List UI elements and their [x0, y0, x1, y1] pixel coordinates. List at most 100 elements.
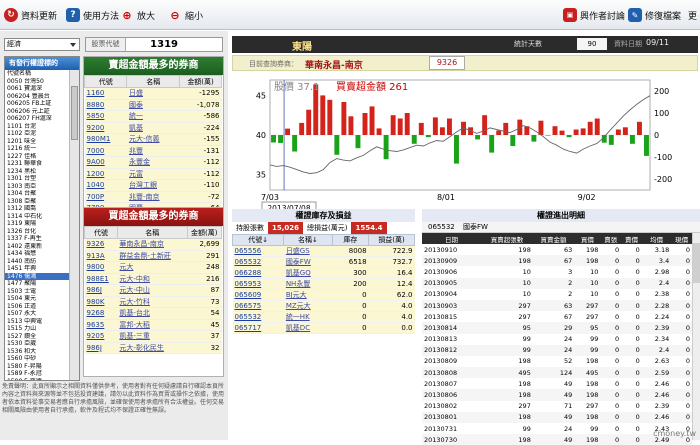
stock-list-item[interactable]: 1515 力山 [5, 325, 69, 333]
broker-code[interactable]: 986J [84, 342, 118, 354]
stock-list-item[interactable]: 1513 中興電 [5, 318, 69, 326]
broker-code[interactable]: 1040 [84, 179, 127, 192]
col-amount[interactable]: 金額(萬) [179, 75, 222, 88]
amount-bar[interactable] [418, 122, 424, 135]
trade-col-header[interactable]: 買價 [574, 233, 601, 244]
col-name[interactable]: 名稱 [126, 75, 181, 88]
stock-list-item[interactable]: 1503 士電 [5, 288, 69, 296]
stock-list-item[interactable]: 006206 元上証 [5, 108, 69, 116]
amount-bar[interactable] [369, 106, 375, 135]
trade-col-header[interactable]: 現價 [671, 233, 692, 244]
stock-list-item[interactable]: 1440 南紡 [5, 258, 69, 266]
warrant-name[interactable]: 凱基DC [283, 322, 333, 334]
broker-code[interactable]: 913A [84, 250, 118, 262]
broker-code[interactable]: 9200 [84, 122, 127, 134]
broker-name[interactable]: 兆豐-南京 [126, 191, 180, 203]
broker-name[interactable]: 富邦-大稻 [117, 319, 188, 331]
broker-name[interactable]: 永豐金 [126, 156, 180, 169]
stock-list-item[interactable]: 1227 佳格 [5, 153, 69, 161]
help-button[interactable]: ? 使用方法 [66, 7, 119, 23]
broker-name[interactable]: 凱基-三重 [117, 330, 188, 343]
amount-bar[interactable] [355, 135, 361, 149]
broker-code[interactable]: 8880 [84, 99, 127, 111]
stock-list-item[interactable]: 1580 F-昇陽 [5, 363, 69, 371]
stock-list-item[interactable]: 1530 亞崴 [5, 340, 69, 348]
amount-bar[interactable] [446, 118, 452, 136]
broker-name[interactable]: 元大-竹科 [117, 296, 188, 308]
trade-col-header[interactable]: 買賣金額 [532, 233, 575, 244]
col-amount[interactable]: 金額(萬) [186, 226, 223, 239]
table-row[interactable]: 9800 元大 248 [84, 261, 222, 274]
scrollbar-thumb[interactable] [71, 86, 78, 140]
table-row[interactable]: 1160 日盛 -1295 [84, 87, 222, 100]
broker-name[interactable]: 元大-信義 [126, 133, 180, 146]
broker-code[interactable]: 9635 [84, 319, 118, 331]
table-row[interactable]: 700P 兆豐-南京 -72 [84, 191, 222, 203]
price-amount-chart[interactable]: 股價 37.1 買賣超金額 261 45 40 35 200 100 0 -100 -200 7/0… [232, 72, 698, 220]
warrant-name[interactable]: 統一HK [283, 311, 333, 323]
warrant-code[interactable]: 065717 [232, 322, 284, 334]
table-row[interactable]: 980M1 元大-信義 -155 [84, 133, 222, 146]
amount-bar[interactable] [615, 129, 621, 136]
table-row[interactable]: 913A 群益金鼎-土新莊 291 [84, 250, 222, 262]
amount-bar[interactable] [439, 127, 445, 135]
amount-bar[interactable] [383, 135, 389, 160]
col-name[interactable]: 名稱 [116, 226, 188, 239]
broker-name[interactable]: 元大-彰化民生 [117, 342, 188, 354]
broker-code[interactable]: 700P [84, 191, 127, 203]
amount-bar[interactable] [489, 135, 495, 153]
scrollbar-thumb[interactable] [693, 243, 700, 283]
days-input[interactable]: 90 [577, 38, 607, 50]
amount-bar[interactable] [538, 120, 544, 135]
amount-bar[interactable] [376, 128, 382, 135]
trade-col-header[interactable]: 賣價 [621, 233, 642, 244]
amount-bar[interactable] [454, 135, 459, 164]
amount-bar[interactable] [475, 135, 481, 140]
table-row[interactable]: 7000 兆豐 -131 [84, 145, 222, 157]
table-row[interactable]: 065532 國泰FW 6518 732.7 [232, 256, 415, 268]
stock-list-item[interactable]: 0050 台灣50 [5, 78, 69, 86]
stock-list-item[interactable]: 1326 台化 [5, 228, 69, 236]
amount-bar[interactable] [292, 135, 298, 152]
stock-list-item[interactable]: 1507 永大 [5, 310, 69, 318]
warrant-code[interactable]: 065556 [232, 245, 284, 257]
stock-list-item[interactable]: 1504 東元 [5, 295, 69, 303]
stock-list-item[interactable]: 1231 聯華食 [5, 160, 69, 168]
warrant-code[interactable]: 066288 [232, 267, 284, 279]
amount-bar[interactable] [503, 122, 509, 135]
table-row[interactable]: 8880 國泰 -1,078 [84, 99, 222, 111]
stock-list-item[interactable]: 1451 年興 [5, 265, 69, 273]
warrant-name[interactable]: MZ元大 [283, 300, 333, 312]
col-warrant-code[interactable]: 代號↓ [231, 234, 285, 246]
table-row[interactable]: 9326 華南永昌-南京 2,699 [84, 238, 222, 251]
col-inventory[interactable]: 庫存 [331, 234, 370, 246]
col-code[interactable]: 代號 [83, 75, 128, 88]
table-row[interactable]: 066288 凱基GQ 300 16.4 [232, 267, 415, 279]
stock-list-item[interactable]: 1434 福懋 [5, 250, 69, 258]
stock-list-item[interactable]: 1303 南亞 [5, 183, 69, 191]
broker-name[interactable]: 元富 [126, 168, 180, 180]
broker-code[interactable]: 9205 [84, 330, 118, 343]
table-row[interactable]: 065953 NH永豐 200 12.4 [232, 278, 415, 290]
amount-bar[interactable] [644, 135, 649, 156]
warrant-name[interactable]: 國泰FW [283, 256, 333, 268]
amount-bar[interactable] [594, 118, 600, 136]
stock-list-item[interactable]: 1506 正道 [5, 303, 69, 311]
table-row[interactable]: 066575 MZ元大 0 4.0 [232, 300, 415, 312]
broker-name[interactable]: 台灣工銀 [126, 179, 180, 192]
col-code[interactable]: 代號 [84, 226, 118, 239]
broker-name[interactable]: 華南永昌-南京 [117, 238, 188, 251]
amount-bar[interactable] [482, 115, 488, 135]
broker-code[interactable]: 986J [84, 284, 118, 297]
broker-code[interactable]: 9A00 [84, 156, 127, 169]
broker-code[interactable]: 980K [84, 296, 118, 308]
trade-scrollbar[interactable] [692, 233, 700, 440]
amount-bar[interactable] [573, 129, 579, 136]
stock-list-item[interactable]: 1589 F-永冠 [5, 370, 69, 378]
stock-list-item[interactable]: 1308 亞聚 [5, 198, 69, 206]
amount-bar[interactable] [306, 109, 312, 135]
stock-list-item[interactable]: 1477 聚陽 [5, 280, 69, 288]
warrant-code[interactable]: 065532 [232, 311, 284, 323]
more-button[interactable]: 更 [688, 7, 697, 23]
table-row[interactable]: 9268 凱基-台北 54 [84, 307, 222, 320]
